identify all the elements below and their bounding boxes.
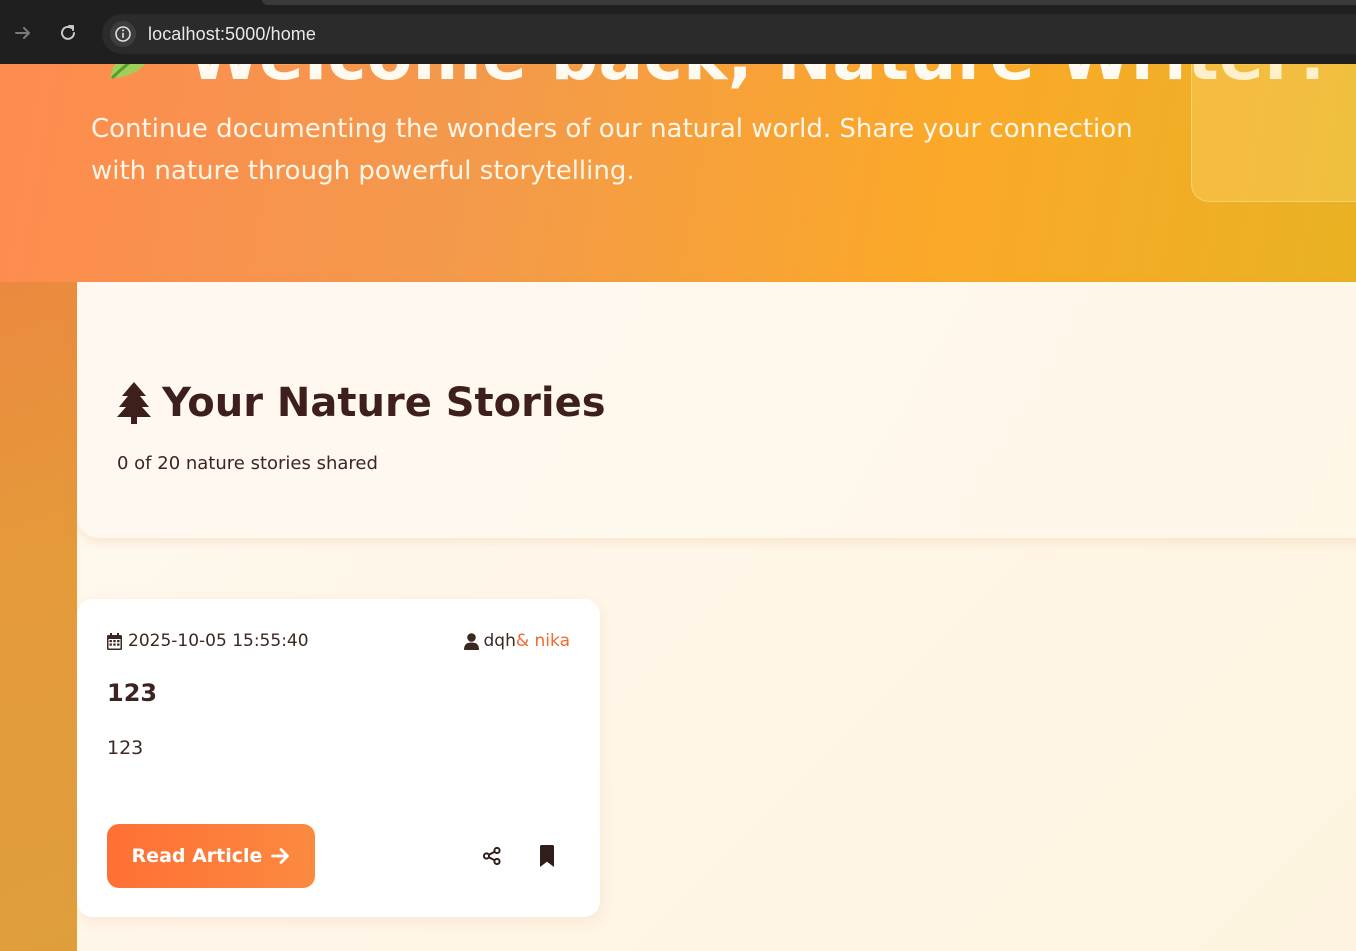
arrow-right-icon — [15, 27, 30, 39]
stories-title: Your Nature Stories — [162, 380, 606, 426]
story-card: 2025-10-05 15:55:40 dqh & nika 123 123 R… — [77, 599, 600, 917]
tab-strip — [262, 0, 1356, 5]
reload-icon — [61, 25, 75, 40]
share-icon — [482, 846, 501, 866]
stories-heading: Your Nature Stories — [116, 380, 606, 426]
bookmark-icon — [540, 845, 554, 867]
coauthor-name: & nika — [515, 631, 570, 651]
user-icon — [463, 632, 479, 650]
url-text: localhost:5000/home — [148, 23, 317, 44]
stories-count: 0 of 20 nature stories shared — [117, 453, 378, 474]
browser-toolbar: localhost:5000/home — [0, 0, 1356, 64]
card-excerpt: 123 — [107, 737, 144, 759]
bookmark-button[interactable] — [531, 840, 563, 872]
site-info-button[interactable] — [110, 21, 136, 47]
tree-icon — [117, 382, 151, 424]
share-button[interactable] — [476, 840, 508, 872]
card-author: dqh & nika — [463, 631, 570, 651]
reload-button[interactable] — [54, 19, 82, 47]
author-name: dqh — [483, 631, 516, 651]
info-icon — [115, 26, 131, 42]
card-date: 2025-10-05 15:55:40 — [107, 631, 309, 651]
calendar-icon — [107, 632, 122, 650]
arrow-right-icon — [271, 848, 290, 864]
read-article-button[interactable]: Read Article — [107, 824, 315, 888]
hero-subtitle: Continue documenting the wonders of our … — [91, 114, 1133, 186]
address-bar[interactable]: localhost:5000/home — [102, 14, 1356, 54]
card-title: 123 — [107, 679, 158, 707]
forward-button[interactable] — [9, 19, 37, 47]
card-date-text: 2025-10-05 15:55:40 — [128, 631, 309, 651]
hero-decorative-panel — [1191, 40, 1356, 202]
read-article-label: Read Article — [131, 845, 263, 867]
